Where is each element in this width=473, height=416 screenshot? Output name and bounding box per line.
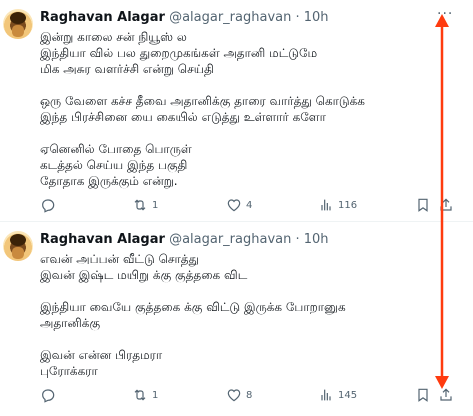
text-line: இன்று காலை சன் நியூஸ் ல [40, 30, 187, 44]
heart-icon [227, 389, 241, 402]
timestamp[interactable]: · 10h [295, 232, 328, 247]
text-line: தோதாக இருக்கும் என்று. [40, 174, 178, 188]
heart-icon [227, 199, 241, 212]
text-line: எவன் அப்பன் வீட்டு சொத்து [40, 252, 199, 266]
text-line: இந்தியா வையே குத்தகை க்கு விட்டு இருக்க … [40, 300, 346, 314]
bookmark-button[interactable] [415, 385, 431, 405]
reply-icon [42, 389, 55, 403]
retweet-button[interactable]: 1 [132, 385, 158, 405]
author-handle[interactable]: @alagar_raghavan [169, 10, 291, 25]
retweet-icon [134, 199, 146, 211]
view-count: 145 [338, 389, 358, 401]
share-button[interactable] [438, 385, 454, 405]
bookmark-icon [418, 198, 428, 212]
tweet-header: Raghavan Alagar @alagar_raghavan · 10h [40, 231, 329, 249]
like-count: 8 [246, 389, 253, 401]
text-line: அதானிக்கு [40, 316, 101, 330]
text-line: இவன் இஷ்ட மயிறு க்கு குத்தகை விட [40, 268, 248, 282]
author-name[interactable]: Raghavan Alagar [40, 10, 165, 25]
reply-icon [42, 199, 55, 213]
text-line: இவன் என்ன பிரதமரா [40, 348, 163, 362]
text-line: புரோக்கரா [40, 364, 98, 378]
views-button[interactable]: 116 [318, 195, 357, 215]
text-line: ஒரு வேளை கச்ச தீவை அதானிக்கு தாரை வார்த்… [40, 94, 365, 108]
tweet-text: இன்று காலை சன் நியூஸ் ல இந்தியா வில் பல … [40, 29, 430, 189]
text-line: இந்தியா வில் பல துறைமுகங்கள் அதானி மட்டு… [40, 46, 318, 60]
view-count: 116 [338, 199, 358, 211]
reply-button[interactable] [40, 385, 60, 405]
text-line: கடத்தல் செய்ய இந்த பகுதி [40, 158, 188, 172]
retweet-button[interactable]: 1 [132, 195, 158, 215]
bar-chart-icon [321, 389, 331, 401]
bookmark-button[interactable] [415, 195, 431, 215]
retweet-count: 1 [152, 199, 159, 211]
author-name[interactable]: Raghavan Alagar [40, 232, 165, 247]
like-count: 4 [246, 199, 253, 211]
like-button[interactable]: 4 [226, 195, 252, 215]
bar-chart-icon [321, 199, 331, 211]
tweet-text: எவன் அப்பன் வீட்டு சொத்து இவன் இஷ்ட மயிற… [40, 251, 430, 379]
tweet-1[interactable]: Raghavan Alagar @alagar_raghavan · 10h ·… [0, 0, 473, 222]
like-button[interactable]: 8 [226, 385, 252, 405]
avatar[interactable] [3, 9, 33, 39]
bookmark-icon [418, 388, 428, 402]
timestamp[interactable]: · 10h [295, 10, 328, 25]
retweet-count: 1 [152, 389, 159, 401]
tweet-actions: 1 8 145 [40, 385, 460, 405]
avatar[interactable] [3, 231, 33, 261]
share-icon [440, 388, 452, 401]
author-handle[interactable]: @alagar_raghavan [169, 232, 291, 247]
tweet-2[interactable]: Raghavan Alagar @alagar_raghavan · 10h எ… [0, 222, 473, 416]
text-line: மிக அசுர வளர்ச்சி என்று செய்தி [40, 62, 214, 76]
tweet-actions: 1 4 116 [40, 195, 460, 215]
retweet-icon [134, 389, 146, 401]
tweet-header: Raghavan Alagar @alagar_raghavan · 10h [40, 9, 329, 27]
text-line: இந்த பிரச்சினை யை கையில் எடுத்து உள்ளார்… [40, 110, 326, 124]
reply-button[interactable] [40, 195, 60, 215]
text-line: ஏனெனில் போதை பொருள் [40, 142, 192, 156]
double-arrow-annotation [435, 14, 449, 389]
views-button[interactable]: 145 [318, 385, 357, 405]
